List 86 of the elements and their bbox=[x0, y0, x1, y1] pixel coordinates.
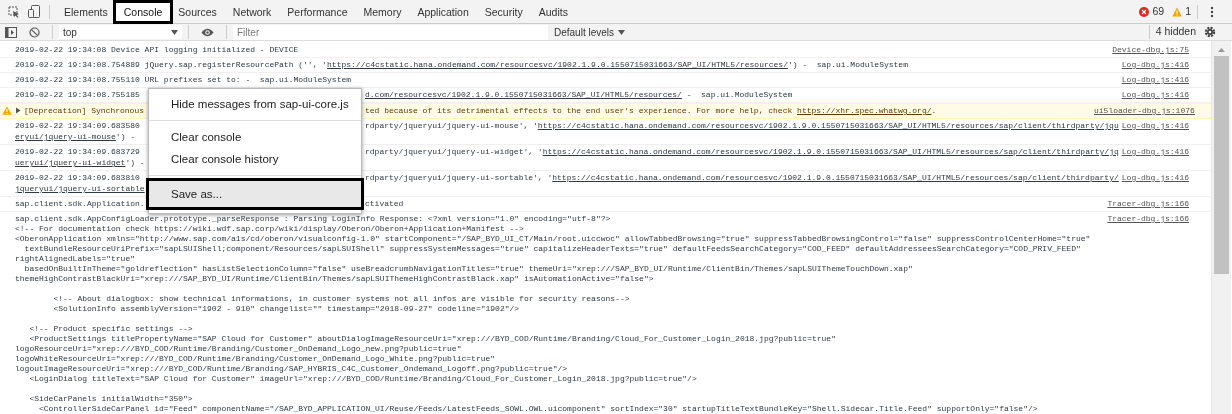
log-link[interactable]: d.com/resourcesvc/1902.1.9.0.1550715031663/SAP_UI/HTML5/resources/ bbox=[365, 90, 682, 99]
menu-item[interactable]: Save as... bbox=[149, 181, 361, 207]
log-link[interactable]: eryui/jquery-ui-mouse bbox=[15, 132, 116, 141]
tab[interactable]: Console bbox=[115, 2, 171, 21]
tab[interactable]: Memory bbox=[355, 2, 410, 21]
eye-icon[interactable] bbox=[201, 27, 214, 37]
dropdown-arrow-icon bbox=[618, 29, 626, 35]
log-message: 2019-02-22 19:34:09.683810 bbox=[15, 172, 141, 183]
tab[interactable]: Elements bbox=[56, 2, 116, 21]
tab[interactable]: Sources bbox=[170, 2, 225, 21]
source-link[interactable]: Tracer-dbg.js:166 bbox=[1107, 214, 1189, 223]
tab[interactable]: Network bbox=[224, 2, 280, 21]
sidebar-toggle-icon[interactable] bbox=[5, 26, 17, 38]
log-text-line: <ProductSettings titlePropertyName="SAP Cloud for Customer" aboutDialogImageResourceUri="xrep:///BYD_COD/Runtime/Branding/Cloud_For_Customer_Login_2018.jpg?public=true" bbox=[28, 334, 836, 344]
log-message: eryui/jquery-ui-mouse') - bbox=[15, 131, 136, 142]
log-message: 2019-02-22 19:34:08.755110 URL prefixes set to: - sap.ui.ModuleSystem bbox=[15, 74, 352, 85]
log-link[interactable]: ueryui/jquery-ui-widget bbox=[15, 158, 126, 167]
log-link[interactable]: https://xhr.spec.whatwg.org/ bbox=[797, 106, 932, 115]
source-link[interactable]: Log-dbg.js:416 bbox=[1121, 121, 1189, 130]
inspect-icon[interactable] bbox=[8, 5, 20, 18]
log-text-line: <SolutionInfo assemblyVersion="1902 - 910" changelist="" timestamp="2018-09-27" codeline="1902"/> bbox=[52, 304, 520, 314]
warning-icon bbox=[2, 106, 12, 115]
menu-item[interactable]: Clear console bbox=[149, 126, 361, 148]
filter-field[interactable]: Filter bbox=[233, 24, 548, 40]
log-message: ted because of its detrimental effects to the end user's experience. For more help, check https://xhr.spec.whatwg.org/. bbox=[365, 105, 937, 116]
log-message: rdparty/jqueryui/jquery-ui-sortable', 'https://c4cstatic.hana.ondemand.com/resourcesvc/1902.1.9.0.1550715031663/SAP_UI/HTML5/resources/sap/client/thirdparty/ bbox=[365, 172, 1119, 183]
log-message: 2019-02-22 19:34:08.754889 jQuery.sap.registerResourcePath ('', 'https://c4cstatic.hana.ondemand.com/resourcesvc/1902.1.9.0.1550715031663/SAP_UI/HTML5/resources/') - sap.ui.ModuleSystem bbox=[15, 59, 908, 70]
log-message: ctivated bbox=[365, 198, 404, 209]
log-message: sap.client.sdk.Application. bbox=[15, 198, 146, 209]
log-text-line: textBundleResourceUriPrefix="sapLSUIShell;component/Resources/sapLSUIShell" suppressSystemMessages="true" capitalizeHeaderTexts="true" defaultFeedsSearchCategory="COD_FEED" defaultAddresseesSearchCategory="COD_PRIV_FEED" bbox=[23, 244, 1081, 254]
log-link[interactable]: https://c4cstatic.hana.ondemand.com/resourcesvc/1902.1.9.0.1550715031663/SAP_UI/HTML5/resources/ bbox=[327, 60, 788, 69]
settings-icon[interactable] bbox=[1204, 26, 1216, 38]
log-message: 2019-02-22 19:34:08 Device API logging initialized - DEVICE bbox=[15, 44, 299, 55]
log-message: sap.client.sdk.AppConfigLoader.prototype._parseResponse : Parsing LoginInfo Response: <?xml version="1.0" encoding="utf-8"?> bbox=[15, 213, 611, 224]
menu-item[interactable]: Hide messages from sap-ui-core.js bbox=[149, 93, 361, 115]
log-text-line: rightAlignedLabels="true" bbox=[15, 254, 136, 264]
log-link[interactable]: jqueryui/jquery-ui-sortable bbox=[15, 184, 145, 193]
more-options-icon[interactable] bbox=[1210, 5, 1214, 18]
context-select[interactable]: top bbox=[59, 25, 182, 39]
log-message: 2019-02-22 19:34:09.683729 bbox=[15, 146, 141, 157]
source-link[interactable]: Log-dbg.js:416 bbox=[1121, 173, 1189, 182]
source-link[interactable]: Tracer-dbg.js:166 bbox=[1107, 199, 1189, 208]
log-text-line: <!-- For documentation check https://wiki.wdf.sap.corp/wiki/display/Oberon/Oberon+Application+Manifest --> bbox=[15, 224, 524, 234]
log-text-line: <LoginDialog titleText="SAP Cloud for Customer" imageUrl="xrep:///BYD_COD/Runtime/Branding/Cloud_For_Customer_Login_2018.jpg?public=true"/> bbox=[28, 374, 697, 384]
source-link[interactable]: Log-dbg.js:416 bbox=[1121, 90, 1189, 99]
log-text-line: themeHighContrastBlackUri="xrep:///SAP_BYD_UI/Runtime/ClientBin/Themes/sapLSUIThemeHighContrastBlack.xap" isAutomationActive="false"> bbox=[15, 274, 654, 284]
warning-count: 1 bbox=[1185, 3, 1191, 19]
log-message: [Deprecation] Synchronous bbox=[24, 105, 145, 116]
tab[interactable]: Application bbox=[409, 2, 477, 21]
disclosure-arrow-icon[interactable] bbox=[15, 107, 21, 114]
device-icon[interactable] bbox=[28, 5, 40, 18]
tab[interactable]: Audits bbox=[530, 2, 576, 21]
log-text-line: logoResourceUri="xrep:///BYD_COD/Runtime/Branding/Customer_OnDemand_Logo_new.png?public=true" bbox=[15, 344, 462, 354]
log-text-line: <ControllerSideCarPanel id="Feed" componentName="/SAP_BYD_APPLICATION_UI/Reuse/Feeds/LatestFeeds_SOWL.OWL.uicomponent" sortIndex="30" startupTitleTextBundleKey="Shell.Sidecar.Title.Feed" supportOnly="false"/> bbox=[38, 404, 1038, 414]
log-message: 2019-02-22 19:34:08.755185 bbox=[15, 89, 141, 100]
log-message: rdparty/jqueryui/jquery-ui-mouse', 'https://c4cstatic.hana.ondemand.com/resourcesvc/1902.1.9.0.1550715031663/SAP_UI/HTML5/resources/sap/client/thirdparty/jqu bbox=[365, 120, 1119, 131]
error-count: 69 bbox=[1152, 3, 1165, 19]
levels-dropdown[interactable]: Default levels bbox=[548, 24, 632, 40]
dropdown-arrow-icon bbox=[171, 29, 178, 35]
error-icon bbox=[1139, 6, 1150, 17]
source-link[interactable]: Log-dbg.js:416 bbox=[1121, 147, 1189, 156]
log-text-line: <OberonApplication xmlns="http://www.sap.com/a1s/cd/oberon/visualconfig-1.0" startComponent="/SAP_BYD_UI_CT/Main/root.uiccwoc" allowTabbedBrowsing="true" suppressTabbedBrowsingControl="false" suppressControlCenterHome="true" bbox=[15, 234, 1091, 244]
log-text-line: <!-- Product specific settings --> bbox=[28, 324, 193, 334]
source-link[interactable]: Log-dbg.js:416 bbox=[1121, 60, 1189, 69]
warning-icon bbox=[1172, 6, 1183, 17]
log-text-line: <SideCarPanels initialWidth="350"> bbox=[28, 394, 193, 404]
log-link[interactable]: https://c4cstatic.hana.ondemand.com/resourcesvc/1902.1.9.0.1550715031663/SAP_UI/HTML5/resources/sap/client/thirdparty/jq bbox=[542, 147, 1119, 156]
log-text-line: logoWhiteResourceUri="xrep:///BYD_COD/Runtime/Branding/Customer_OnDemand_Logo_White.png?public=true" bbox=[15, 354, 496, 364]
log-text-line: basedOnBuiltInTheme="goldreflection" hasListSelectionColumn="false" useBreadcrumbNavigationTitles="true" themeUri="xrep:///SAP_BYD_UI/Runtime/ClientBin/Themes/sapLSUIThemeTouchDown.xap" bbox=[23, 264, 913, 274]
log-text-line: logoutImageResourceUri="xrep:///BYD_COD/Runtime/Branding/SAP_HYBRIS_C4C_Customer_Ondemand_Logoff.png?public=true"/> bbox=[15, 364, 568, 374]
scrollbar-thumb[interactable] bbox=[1214, 56, 1229, 274]
source-link[interactable]: Device-dbg.js:75 bbox=[1112, 45, 1189, 54]
tab[interactable]: Security bbox=[476, 2, 531, 21]
log-text-line: <!-- About dialogbox: show technical informations, in customer systems not all infos are visible for security reasons--> bbox=[52, 294, 630, 304]
clear-icon[interactable] bbox=[29, 26, 40, 38]
log-message: ueryui/jquery-ui-widget') - bbox=[15, 157, 145, 168]
log-message: d.com/resourcesvc/1902.1.9.0.1550715031663/SAP_UI/HTML5/resources/ - sap.ui.ModuleSystem bbox=[365, 89, 793, 100]
hidden-count: 4 hidden bbox=[1155, 24, 1196, 40]
log-message: 2019-02-22 19:34:09.683580 bbox=[15, 120, 141, 131]
source-link[interactable]: ui5loader-dbg.js:1076 bbox=[1094, 106, 1195, 115]
tab[interactable]: Performance bbox=[279, 2, 356, 21]
menu-item[interactable]: Clear console history bbox=[149, 148, 361, 170]
source-link[interactable]: Log-dbg.js:416 bbox=[1121, 75, 1189, 84]
scrollbar[interactable] bbox=[1211, 41, 1231, 414]
log-message: rdparty/jqueryui/jquery-ui-widget', 'https://c4cstatic.hana.ondemand.com/resourcesvc/1902.1.9.0.1550715031663/SAP_UI/HTML5/resources/sap/client/thirdparty/jq bbox=[365, 146, 1119, 157]
log-link[interactable]: https://c4cstatic.hana.ondemand.com/resourcesvc/1902.1.9.0.1550715031663/SAP_UI/HTML5/resources/sap/client/thirdparty/ bbox=[552, 173, 1119, 182]
